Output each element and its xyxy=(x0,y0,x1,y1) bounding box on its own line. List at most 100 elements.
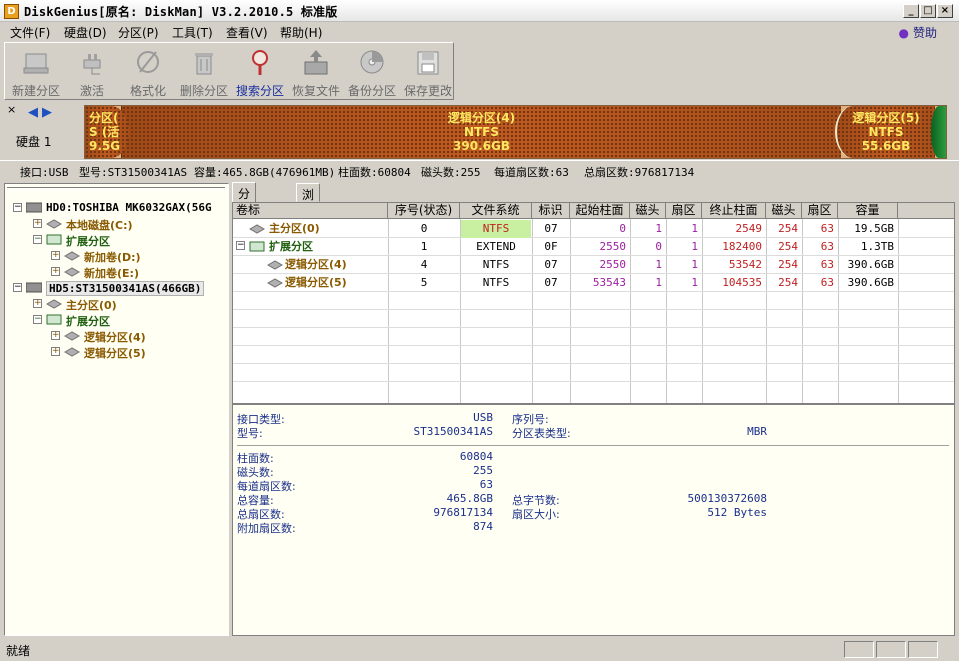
activate-label: 激活 xyxy=(79,84,104,98)
backup-partition-button[interactable]: 备份分区 xyxy=(345,45,399,99)
info-total-sectors: 总扇区数:976817134 xyxy=(584,166,695,179)
col-header-index[interactable]: 序号(状态) xyxy=(388,203,460,219)
cell-id: 07 xyxy=(544,276,558,289)
cell-start-cyl: 0 xyxy=(619,222,626,235)
detail-interface-value: USB xyxy=(473,411,493,424)
partition-icon xyxy=(46,219,62,229)
status-panel-2 xyxy=(876,641,906,658)
detail-partition-type-value: MBR xyxy=(747,425,767,438)
cell-capacity: 390.6GB xyxy=(847,276,894,289)
tab-browse-files[interactable]: 浏览文件 xyxy=(296,183,321,253)
detail-model-value: ST31500341AS xyxy=(413,425,493,438)
search-partition-button[interactable]: 搜索分区 xyxy=(233,45,287,99)
expand-icon[interactable]: + xyxy=(51,251,60,260)
cell-filesystem: EXTEND xyxy=(476,240,516,253)
col-header-blank xyxy=(898,203,954,219)
col-header-start-head[interactable]: 磁头 xyxy=(630,203,666,219)
recover-files-button[interactable]: 恢复文件 xyxy=(289,45,343,99)
col-header-start-cyl[interactable]: 起始柱面 xyxy=(570,203,630,219)
col-header-end-head[interactable]: 磁头 xyxy=(766,203,802,219)
new-partition-button[interactable]: 新建分区 xyxy=(9,45,63,99)
col-header-start-sector[interactable]: 扇区 xyxy=(666,203,702,219)
cell-end-sector: 63 xyxy=(820,222,834,235)
cell-start-head: 1 xyxy=(655,276,662,289)
tree-header-divider xyxy=(7,187,225,191)
save-changes-button[interactable]: 保存更改 xyxy=(401,45,455,99)
collapse-icon[interactable]: − xyxy=(33,315,42,324)
disk-map-close-icon[interactable]: × xyxy=(7,103,16,116)
cell-label: 逻辑分区(5) xyxy=(285,276,347,289)
segment-size: 9.5G xyxy=(89,139,121,153)
partition-segment-logical-4[interactable]: 逻辑分区(4) NTFS 390.6GB xyxy=(121,106,841,158)
app-icon: D xyxy=(4,4,19,19)
segment-name: 逻辑分区(4) xyxy=(447,111,516,125)
activate-button[interactable]: 激活 xyxy=(65,45,119,99)
disk-detail-panel: 接口类型: USB 序列号: 型号: ST31500341AS 分区表类型: M… xyxy=(232,404,955,636)
delete-partition-button[interactable]: 删除分区 xyxy=(177,45,231,99)
partition-icon xyxy=(64,251,80,261)
collapse-icon[interactable]: − xyxy=(13,283,22,292)
tab-partition-params[interactable]: 分区参数 xyxy=(232,182,257,252)
format-button[interactable]: 格式化 xyxy=(121,45,175,99)
format-icon xyxy=(137,51,159,73)
cell-end-cyl: 2549 xyxy=(735,222,763,235)
cell-filesystem: NTFS xyxy=(461,220,531,238)
title-bar: D DiskGenius[原名: DiskMan] V3.2.2010.5 标准… xyxy=(0,0,959,22)
extended-partition-icon xyxy=(46,234,62,245)
menu-help[interactable]: 帮助(H) xyxy=(280,24,322,41)
collapse-icon[interactable]: − xyxy=(236,241,245,250)
cell-end-sector: 63 xyxy=(820,240,834,253)
segment-fs: S (活 xyxy=(89,125,120,139)
expand-icon[interactable]: + xyxy=(33,219,42,228)
collapse-icon[interactable]: − xyxy=(33,235,42,244)
expand-icon[interactable]: + xyxy=(51,267,60,276)
trash-icon xyxy=(195,53,213,75)
menu-bar: 文件(F) 硬盘(D) 分区(P) 工具(T) 查看(V) 帮助(H) ● 赞助 xyxy=(0,22,959,41)
partition-map: 逻辑分区(4) NTFS 390.6GB 分区( S (活 9.5G 逻辑分区(… xyxy=(84,105,947,159)
backup-partition-icon xyxy=(360,50,384,74)
col-header-filesystem[interactable]: 文件系统 xyxy=(460,203,532,219)
donate-link[interactable]: ● 赞助 xyxy=(899,24,938,41)
cell-start-cyl: 2550 xyxy=(599,258,627,271)
save-changes-label: 保存更改 xyxy=(403,84,452,98)
cell-id: 07 xyxy=(544,258,558,271)
detail-extra-sectors-label: 附加扇区数: xyxy=(237,522,296,535)
extended-partition-icon xyxy=(249,241,265,252)
partition-segment-logical-5[interactable]: 逻辑分区(5) NTFS 55.6GB xyxy=(835,106,935,158)
cell-filesystem: NTFS xyxy=(482,258,510,271)
col-header-id[interactable]: 标识 xyxy=(532,203,570,219)
disk-icon xyxy=(26,202,42,213)
next-disk-icon[interactable]: ▶ xyxy=(42,105,52,120)
menu-view[interactable]: 查看(V) xyxy=(226,24,268,41)
new-partition-label: 新建分区 xyxy=(11,84,60,98)
cell-capacity: 390.6GB xyxy=(847,258,894,271)
tree-node-label: 扩展分区 xyxy=(66,235,110,248)
menu-partition[interactable]: 分区(P) xyxy=(118,24,159,41)
menu-tools[interactable]: 工具(T) xyxy=(172,24,213,41)
expand-icon[interactable]: + xyxy=(51,331,60,340)
tree-node-label: HD5:ST31500341AS(466GB) xyxy=(46,281,205,296)
partition-segment-free[interactable] xyxy=(931,106,946,158)
menu-disk[interactable]: 硬盘(D) xyxy=(64,24,107,41)
minimize-button[interactable]: _ xyxy=(903,4,919,18)
col-header-capacity[interactable]: 容量 xyxy=(838,203,898,219)
detail-sector-size-label: 扇区大小: xyxy=(512,508,560,521)
expand-icon[interactable]: + xyxy=(51,347,60,356)
cell-start-sector: 1 xyxy=(691,222,698,235)
close-button[interactable]: × xyxy=(937,4,953,18)
partition-table: 卷标 序号(状态) 文件系统 标识 起始柱面 磁头 扇区 终止柱面 磁头 扇区 … xyxy=(232,202,955,404)
prev-disk-icon[interactable]: ◀ xyxy=(28,105,38,120)
collapse-icon[interactable]: − xyxy=(13,203,22,212)
info-interface: 接口:USB xyxy=(20,166,69,179)
detail-spt-value: 63 xyxy=(479,478,493,491)
col-header-end-sector[interactable]: 扇区 xyxy=(802,203,838,219)
partition-segment-primary-0[interactable]: 分区( S (活 9.5G xyxy=(85,106,129,158)
col-header-label[interactable]: 卷标 xyxy=(233,203,388,219)
menu-file[interactable]: 文件(F) xyxy=(10,24,50,41)
donate-label: 赞助 xyxy=(912,26,937,40)
detail-total-bytes-value: 500130372608 xyxy=(687,492,767,505)
expand-icon[interactable]: + xyxy=(33,299,42,308)
col-header-end-cyl[interactable]: 终止柱面 xyxy=(702,203,766,219)
maximize-button[interactable]: □ xyxy=(920,4,936,18)
cell-end-cyl: 53542 xyxy=(728,258,762,271)
